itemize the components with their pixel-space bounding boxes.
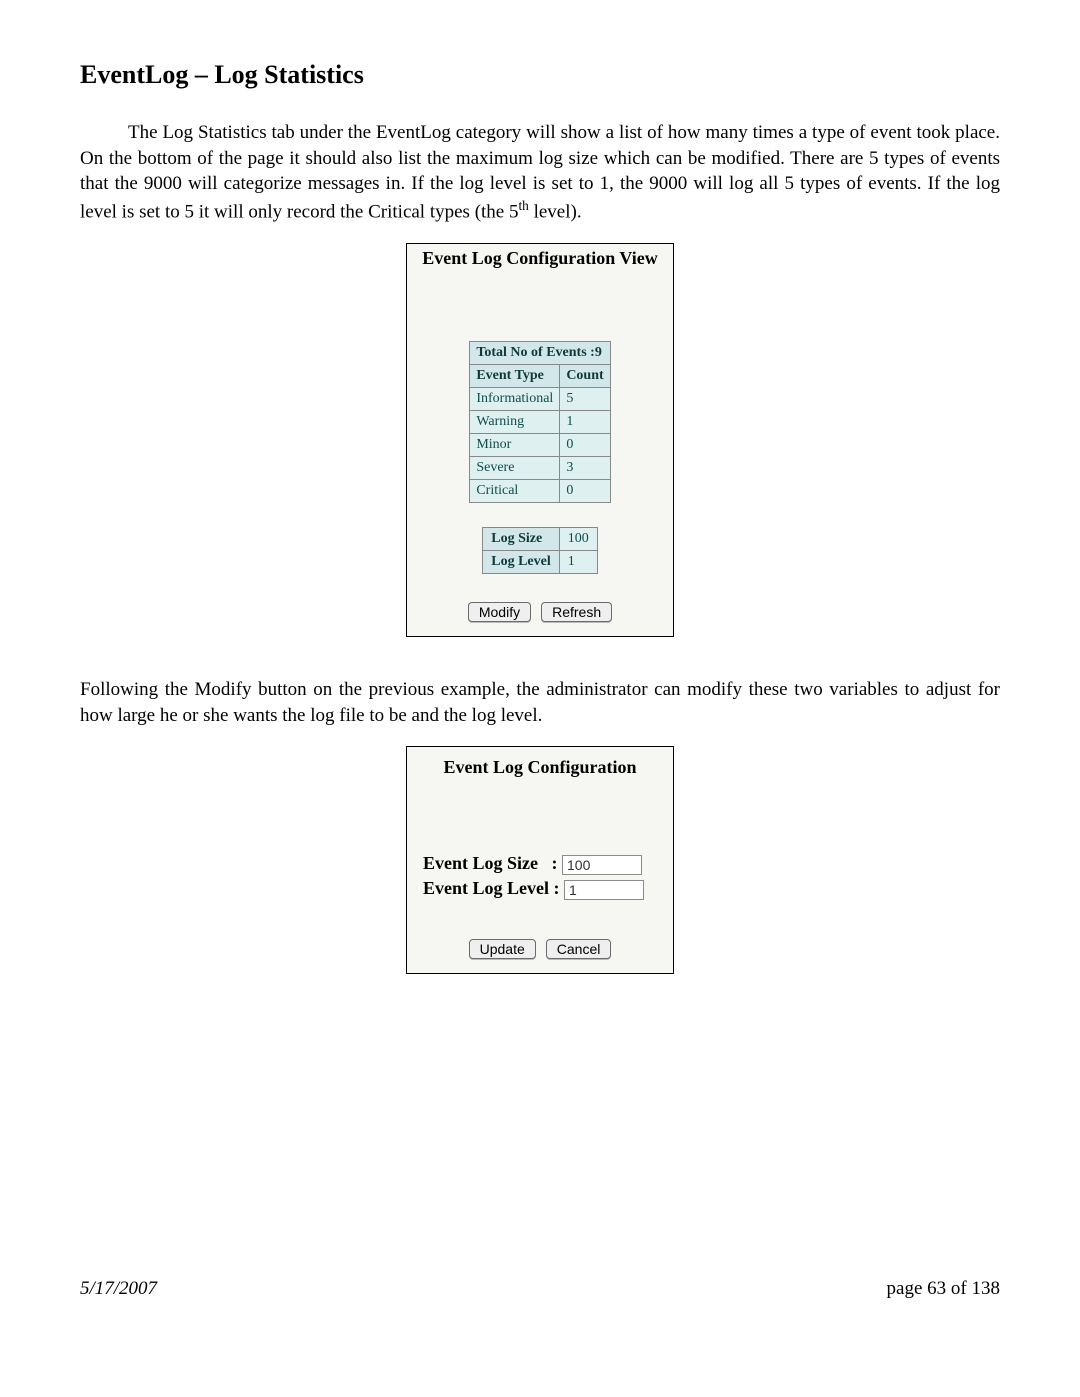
table-row: Warning 1	[470, 410, 610, 433]
log-size-label: Log Size	[483, 527, 560, 550]
table-row: Informational 5	[470, 387, 610, 410]
event-log-level-input[interactable]	[564, 880, 644, 900]
view-panel-title: Event Log Configuration View	[417, 248, 663, 341]
col-count: Count	[560, 364, 610, 387]
total-events-header: Total No of Events :9	[470, 341, 610, 364]
page-footer: 5/17/2007 page 63 of 138	[80, 1278, 1000, 1300]
event-log-size-input[interactable]	[562, 855, 642, 875]
eventlog-config-edit-panel: Event Log Configuration Event Log Size :…	[406, 746, 674, 974]
log-level-value: 1	[559, 550, 597, 573]
event-count-cell: 0	[560, 433, 610, 456]
event-type-cell: Informational	[470, 387, 560, 410]
table-row: Critical 0	[470, 479, 610, 502]
footer-date: 5/17/2007	[80, 1278, 157, 1300]
size-separator: :	[552, 853, 558, 873]
eventlog-config-view-panel: Event Log Configuration View Total No of…	[406, 243, 674, 637]
event-type-cell: Severe	[470, 456, 560, 479]
update-button[interactable]: Update	[469, 939, 536, 959]
log-size-value: 100	[559, 527, 597, 550]
cancel-button[interactable]: Cancel	[546, 939, 612, 959]
paragraph-1-sup: th	[518, 198, 528, 213]
event-count-cell: 3	[560, 456, 610, 479]
table-row: Severe 3	[470, 456, 610, 479]
event-type-cell: Warning	[470, 410, 560, 433]
edit-panel-title: Event Log Configuration	[417, 751, 663, 850]
paragraph-1: The Log Statistics tab under the EventLo…	[80, 120, 1000, 225]
modify-button[interactable]: Modify	[468, 602, 531, 622]
total-events-label: Total No of Events :	[476, 345, 595, 360]
event-log-size-label: Event Log Size	[423, 853, 538, 874]
event-type-cell: Critical	[470, 479, 560, 502]
table-row: Minor 0	[470, 433, 610, 456]
event-count-cell: 0	[560, 479, 610, 502]
event-stats-table: Total No of Events :9 Event Type Count I…	[469, 341, 610, 503]
log-config-table: Log Size 100 Log Level 1	[482, 527, 598, 574]
footer-page-number: page 63 of 138	[887, 1278, 1000, 1300]
col-event-type: Event Type	[470, 364, 560, 387]
paragraph-2: Following the Modify button on the previ…	[80, 677, 1000, 728]
section-heading: EventLog – Log Statistics	[80, 60, 1000, 90]
log-level-label: Log Level	[483, 550, 560, 573]
event-type-cell: Minor	[470, 433, 560, 456]
event-count-cell: 5	[560, 387, 610, 410]
event-log-level-label: Event Log Level :	[423, 878, 560, 899]
refresh-button[interactable]: Refresh	[541, 602, 612, 622]
paragraph-1-b: level).	[529, 201, 582, 222]
total-events-value: 9	[595, 345, 602, 360]
event-count-cell: 1	[560, 410, 610, 433]
